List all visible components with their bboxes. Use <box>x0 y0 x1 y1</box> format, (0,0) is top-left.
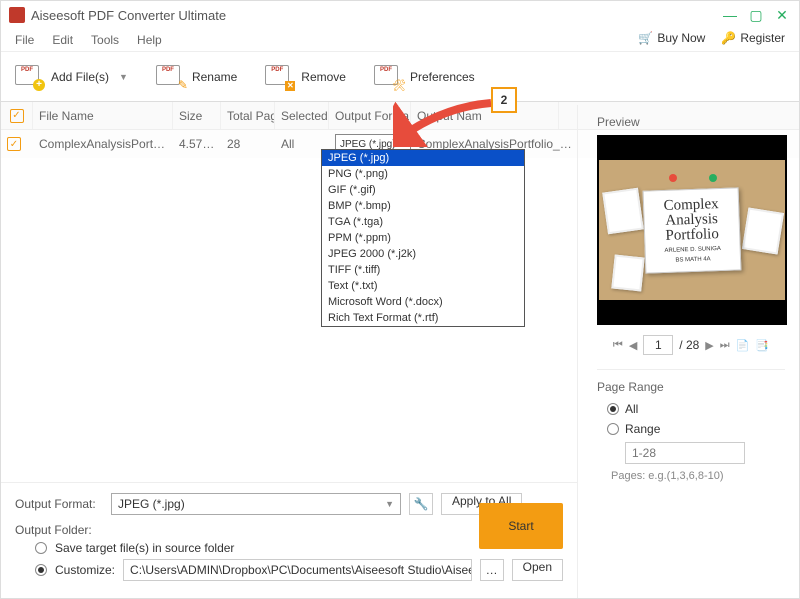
select-all-checkbox[interactable]: ✓ <box>10 109 24 123</box>
dropdown-item[interactable]: Rich Text Format (*.rtf) <box>322 310 524 326</box>
bottom-panel: Output Format: JPEG (*.jpg) ▼ 🔧 Apply to… <box>1 482 577 598</box>
pencil-icon: ✎ <box>178 78 188 92</box>
cart-icon: 🛒 <box>638 31 653 45</box>
close-button[interactable]: ✕ <box>773 6 791 24</box>
range-input[interactable] <box>625 442 745 464</box>
output-format-label: Output Format: <box>15 497 103 511</box>
col-size[interactable]: Size <box>173 102 221 129</box>
key-icon: 🔑 <box>721 31 736 45</box>
app-icon <box>9 7 25 23</box>
dropdown-item[interactable]: Microsoft Word (*.docx) <box>322 294 524 310</box>
chevron-down-icon: ▼ <box>385 499 394 509</box>
start-button[interactable]: Start <box>479 503 563 549</box>
dropdown-item[interactable]: GIF (*.gif) <box>322 182 524 198</box>
snapshot-icon[interactable]: 📄 <box>736 339 750 352</box>
customize-label: Customize: <box>55 563 115 577</box>
output-folder-label: Output Folder: <box>15 523 103 537</box>
toolbar: + Add File(s)▼ ✎ Rename ✕ Remove 🛠 Prefe… <box>1 51 799 101</box>
first-page-button[interactable]: ⏮ <box>613 339 623 352</box>
radio-all[interactable] <box>607 403 619 415</box>
format-dropdown-list[interactable]: JPEG (*.jpg)PNG (*.png)GIF (*.gif)BMP (*… <box>321 149 525 327</box>
preferences-button[interactable]: 🛠 Preferences <box>374 65 475 89</box>
radio-range[interactable] <box>607 423 619 435</box>
save-source-label: Save target file(s) in source folder <box>55 541 234 555</box>
col-filename[interactable]: File Name <box>33 102 173 129</box>
output-path-input[interactable]: C:\Users\ADMIN\Dropbox\PC\Documents\Aise… <box>123 559 472 581</box>
wrench-icon: 🛠 <box>392 79 406 92</box>
step-badge: 2 <box>491 87 517 113</box>
preview-image: Complex Analysis Portfolio ARLENE D. SUN… <box>597 135 787 325</box>
title-bar: Aiseesoft PDF Converter Ultimate — ▢ ✕ <box>1 1 799 29</box>
open-folder-button[interactable]: Open <box>512 559 563 581</box>
add-files-button[interactable]: + Add File(s)▼ <box>15 65 128 89</box>
menu-tools[interactable]: Tools <box>91 33 119 47</box>
dropdown-item[interactable]: TIFF (*.tiff) <box>322 262 524 278</box>
dropdown-item[interactable]: JPEG (*.jpg) <box>322 150 524 166</box>
export-icon[interactable]: 📑 <box>755 339 769 352</box>
remove-button[interactable]: ✕ Remove <box>265 65 346 89</box>
menu-file[interactable]: File <box>15 33 34 47</box>
minimize-button[interactable]: — <box>721 6 739 24</box>
page-range-all[interactable]: All <box>607 402 785 416</box>
output-format-combo[interactable]: JPEG (*.jpg) ▼ <box>111 493 401 515</box>
dropdown-item[interactable]: BMP (*.bmp) <box>322 198 524 214</box>
row-checkbox[interactable]: ✓ <box>7 137 21 151</box>
prev-page-button[interactable]: ◀ <box>629 339 637 352</box>
cell-size: 4.57 MB <box>173 137 221 151</box>
range-hint: Pages: e.g.(1,3,6,8-10) <box>611 470 785 482</box>
radio-customize[interactable] <box>35 564 47 576</box>
menu-help[interactable]: Help <box>137 33 162 47</box>
dropdown-item[interactable]: PNG (*.png) <box>322 166 524 182</box>
preview-label: Preview <box>597 115 785 129</box>
page-range-label: Page Range <box>597 380 785 394</box>
preview-note: Complex Analysis Portfolio ARLENE D. SUN… <box>643 187 742 273</box>
annotation-arrow <box>393 97 503 147</box>
plus-icon: + <box>33 79 45 91</box>
wrench-icon: 🔧 <box>414 497 429 511</box>
radio-save-source[interactable] <box>35 542 47 554</box>
browse-button[interactable]: … <box>480 559 504 581</box>
settings-button[interactable]: 🔧 <box>409 493 433 515</box>
col-pages[interactable]: Total Pag <box>221 102 275 129</box>
rename-button[interactable]: ✎ Rename <box>156 65 237 89</box>
menu-edit[interactable]: Edit <box>52 33 73 47</box>
last-page-button[interactable]: ⏭ <box>720 339 730 352</box>
x-icon: ✕ <box>285 81 295 91</box>
preview-panel: Preview Complex Analysis Portfolio ARLEN… <box>583 105 799 598</box>
page-input[interactable] <box>643 335 673 355</box>
chevron-down-icon: ▼ <box>119 72 128 82</box>
col-selected[interactable]: Selected <box>275 102 329 129</box>
cell-filename: ComplexAnalysisPortfolio_S... <box>33 137 173 151</box>
register-link[interactable]: 🔑Register <box>721 31 785 45</box>
page-total: / 28 <box>679 338 699 352</box>
dropdown-item[interactable]: PPM (*.ppm) <box>322 230 524 246</box>
maximize-button[interactable]: ▢ <box>747 6 765 24</box>
dropdown-item[interactable]: Text (*.txt) <box>322 278 524 294</box>
preview-pager: ⏮ ◀ / 28 ▶ ⏭ 📄 📑 <box>597 335 785 355</box>
next-page-button[interactable]: ▶ <box>705 339 713 352</box>
buy-now-link[interactable]: 🛒Buy Now <box>638 31 705 45</box>
row-format-value: JPEG (*.jpg) <box>340 139 396 150</box>
cell-pages: 28 <box>221 137 275 151</box>
dropdown-item[interactable]: TGA (*.tga) <box>322 214 524 230</box>
app-title: Aiseesoft PDF Converter Ultimate <box>31 8 226 23</box>
page-range-range[interactable]: Range <box>607 422 785 436</box>
dropdown-item[interactable]: JPEG 2000 (*.j2k) <box>322 246 524 262</box>
